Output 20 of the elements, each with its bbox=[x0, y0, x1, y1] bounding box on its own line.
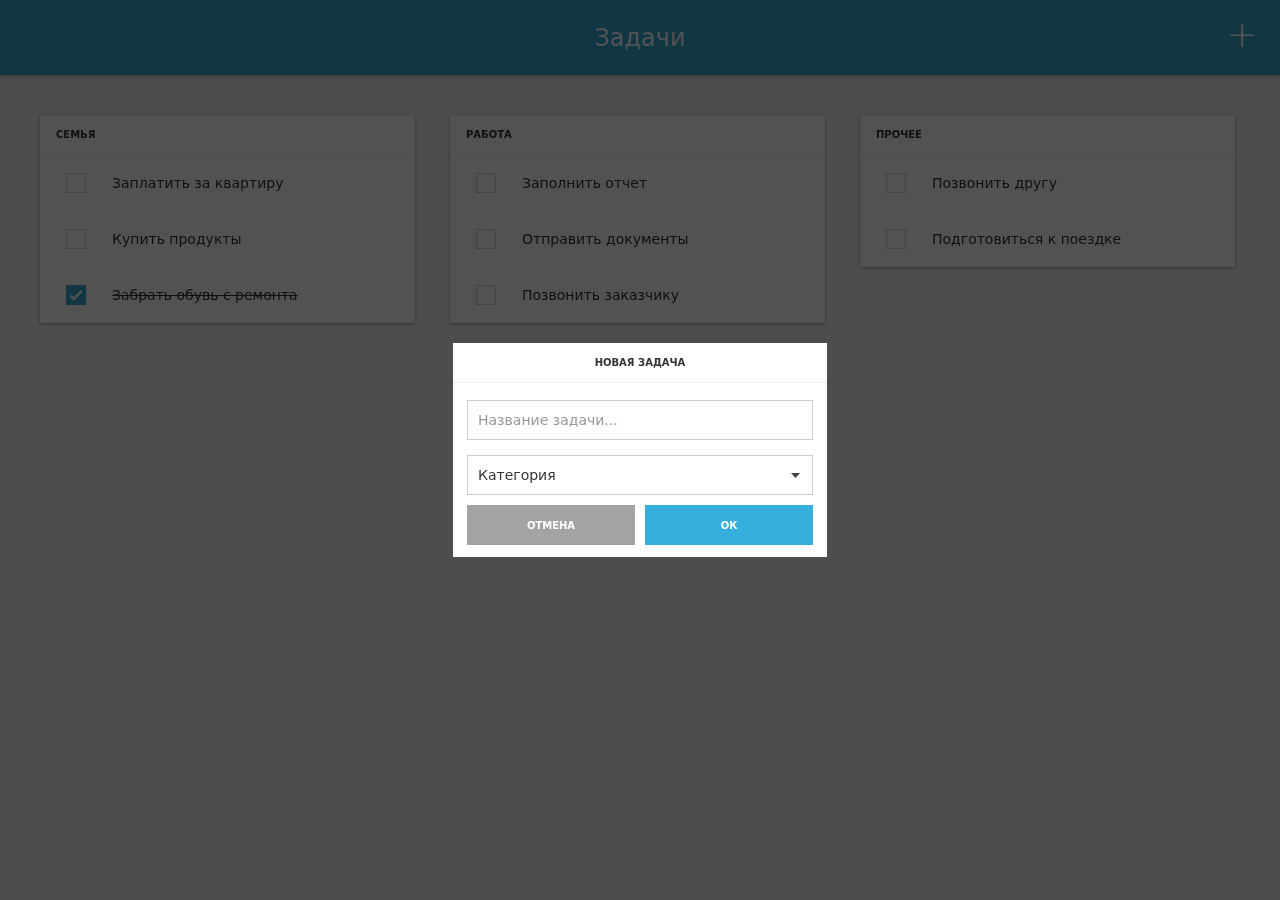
ok-button[interactable]: ОК bbox=[645, 505, 813, 545]
task-label: Купить продукты bbox=[112, 231, 242, 247]
task-label: Заполнить отчет bbox=[522, 175, 648, 191]
task-label: Позвонить заказчику bbox=[522, 287, 680, 303]
task-label: Позвонить другу bbox=[932, 175, 1057, 191]
category-title: СЕМЬЯ bbox=[56, 129, 96, 140]
category-title: РАБОТА bbox=[466, 129, 512, 140]
task-checkbox[interactable] bbox=[66, 285, 86, 305]
task-label: Отправить документы bbox=[522, 231, 689, 247]
task-label: Забрать обувь с ремонта bbox=[112, 287, 298, 303]
task-label: Заплатить за квартиру bbox=[112, 175, 284, 191]
dropdown-caret-icon bbox=[791, 472, 800, 478]
category-title: ПРОЧЕЕ bbox=[876, 129, 922, 140]
dialog-title: НОВАЯ ЗАДАЧА bbox=[594, 357, 686, 368]
add-button[interactable]: + bbox=[1226, 14, 1258, 54]
category-select[interactable]: Категория bbox=[467, 455, 813, 495]
app-title: Задачи bbox=[594, 23, 686, 52]
task-label: Подготовиться к поездке bbox=[932, 231, 1122, 247]
task-name-field[interactable]: Название задачи... bbox=[467, 400, 813, 440]
cancel-button[interactable]: ОТМЕНА bbox=[467, 505, 635, 545]
